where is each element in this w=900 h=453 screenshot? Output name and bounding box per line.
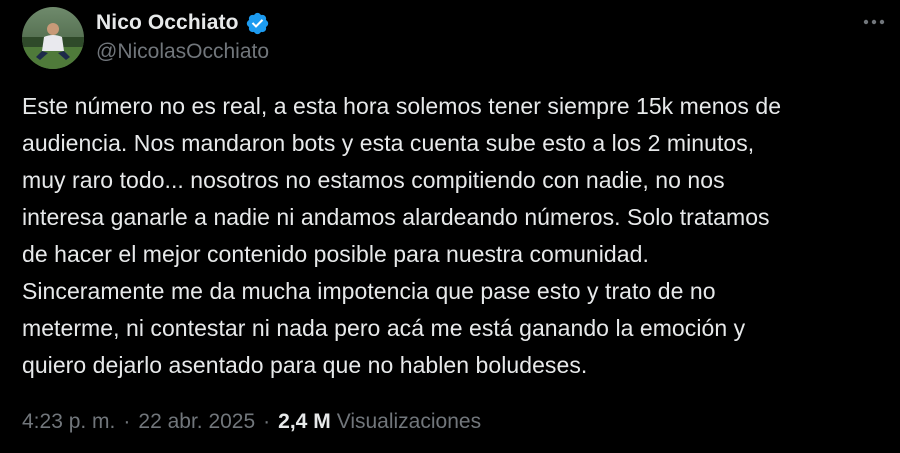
verified-badge-icon[interactable] xyxy=(245,11,270,36)
avatar[interactable] xyxy=(22,7,84,69)
tweet-time[interactable]: 4:23 p. m. xyxy=(22,407,115,437)
tweet-text: Este número no es real, a esta hora sole… xyxy=(22,93,782,378)
views-label[interactable]: Visualizaciones xyxy=(337,407,481,437)
tweet-date[interactable]: 22 abr. 2025 xyxy=(138,407,255,437)
tweet-container: Nico Occhiato @NicolasOcchiato Este núme… xyxy=(0,0,900,453)
author-display-name[interactable]: Nico Occhiato xyxy=(96,11,239,35)
profile-photo-icon xyxy=(22,7,84,69)
meta-separator: · xyxy=(263,410,271,433)
more-options-button[interactable] xyxy=(856,9,892,35)
tweet-meta: 4:23 p. m. · 22 abr. 2025 · 2,4 M Visual… xyxy=(22,407,481,437)
author-name-row: Nico Occhiato xyxy=(96,9,270,37)
views-count[interactable]: 2,4 M xyxy=(278,407,331,437)
meta-separator: · xyxy=(123,410,131,433)
author-handle[interactable]: @NicolasOcchiato xyxy=(96,40,269,64)
more-horizontal-icon xyxy=(863,19,885,25)
